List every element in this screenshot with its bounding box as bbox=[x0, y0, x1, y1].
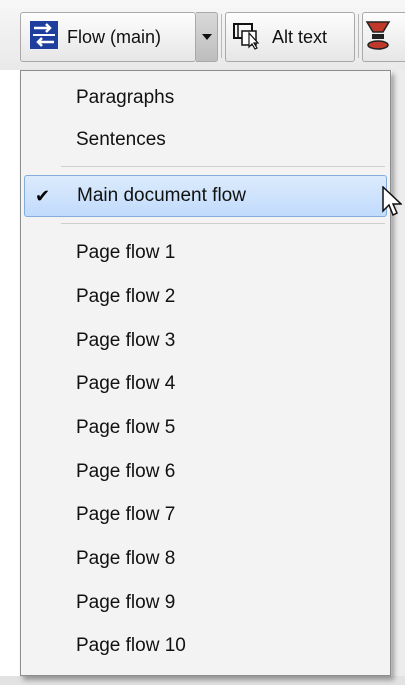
menu-separator bbox=[61, 166, 385, 167]
menu-item-page-flow-5[interactable]: Page flow 5 bbox=[24, 407, 387, 449]
menu-item-label: Paragraphs bbox=[76, 87, 175, 108]
flow-dropdown-button[interactable] bbox=[196, 12, 218, 62]
menu-item-label: Page flow 3 bbox=[76, 330, 176, 351]
tool-icon bbox=[363, 18, 393, 57]
menu-item-page-flow-2[interactable]: Page flow 2 bbox=[24, 276, 387, 318]
menu-item-main-document-flow[interactable]: ✔ Main document flow bbox=[24, 175, 387, 217]
menu-item-page-flow-1[interactable]: Page flow 1 bbox=[24, 232, 387, 274]
menu-item-page-flow-3[interactable]: Page flow 3 bbox=[24, 320, 387, 362]
menu-item-label: Page flow 4 bbox=[76, 373, 176, 394]
alt-text-label: Alt text bbox=[272, 26, 328, 47]
background-pane-bottom bbox=[0, 676, 405, 685]
alt-text-button[interactable]: Alt text bbox=[225, 12, 355, 62]
toolbar-separator bbox=[358, 14, 359, 58]
menu-item-page-flow-8[interactable]: Page flow 8 bbox=[24, 538, 387, 580]
mouse-cursor-icon bbox=[382, 185, 403, 223]
menu-item-label: Page flow 9 bbox=[76, 592, 176, 613]
tool-button[interactable] bbox=[362, 12, 405, 62]
menu-item-page-flow-10[interactable]: Page flow 10 bbox=[24, 625, 387, 667]
menu-item-label: Page flow 1 bbox=[76, 242, 176, 263]
menu-item-label: Page flow 2 bbox=[76, 286, 176, 307]
menu-item-label: Main document flow bbox=[77, 185, 246, 206]
dropdown-arrow-icon bbox=[201, 28, 213, 46]
menu-item-paragraphs[interactable]: Paragraphs bbox=[24, 77, 387, 119]
toolbar-separator bbox=[221, 14, 222, 58]
menu-item-label: Page flow 10 bbox=[76, 635, 186, 656]
flow-button-label: Flow (main) bbox=[67, 26, 162, 47]
menu-item-label: Page flow 7 bbox=[76, 504, 176, 525]
menu-item-page-flow-7[interactable]: Page flow 7 bbox=[24, 494, 387, 536]
menu-item-label: Sentences bbox=[76, 129, 166, 150]
menu-item-page-flow-9[interactable]: Page flow 9 bbox=[24, 582, 387, 624]
flow-dropdown-menu: Paragraphs Sentences ✔ Main document flo… bbox=[20, 70, 391, 676]
menu-item-label: Page flow 8 bbox=[76, 548, 176, 569]
menu-item-label: Page flow 5 bbox=[76, 417, 176, 438]
alt-text-icon bbox=[232, 19, 264, 56]
flow-button[interactable]: Flow (main) bbox=[20, 12, 196, 62]
menu-item-sentences[interactable]: Sentences bbox=[24, 119, 387, 161]
background-pane bbox=[392, 70, 405, 685]
checkmark-icon: ✔ bbox=[35, 186, 51, 206]
menu-item-page-flow-6[interactable]: Page flow 6 bbox=[24, 451, 387, 493]
flow-icon bbox=[29, 20, 59, 55]
menu-separator bbox=[61, 223, 385, 224]
toolbar: Flow (main) Alt text bbox=[0, 0, 405, 70]
menu-item-page-flow-4[interactable]: Page flow 4 bbox=[24, 363, 387, 405]
menu-item-label: Page flow 6 bbox=[76, 461, 176, 482]
